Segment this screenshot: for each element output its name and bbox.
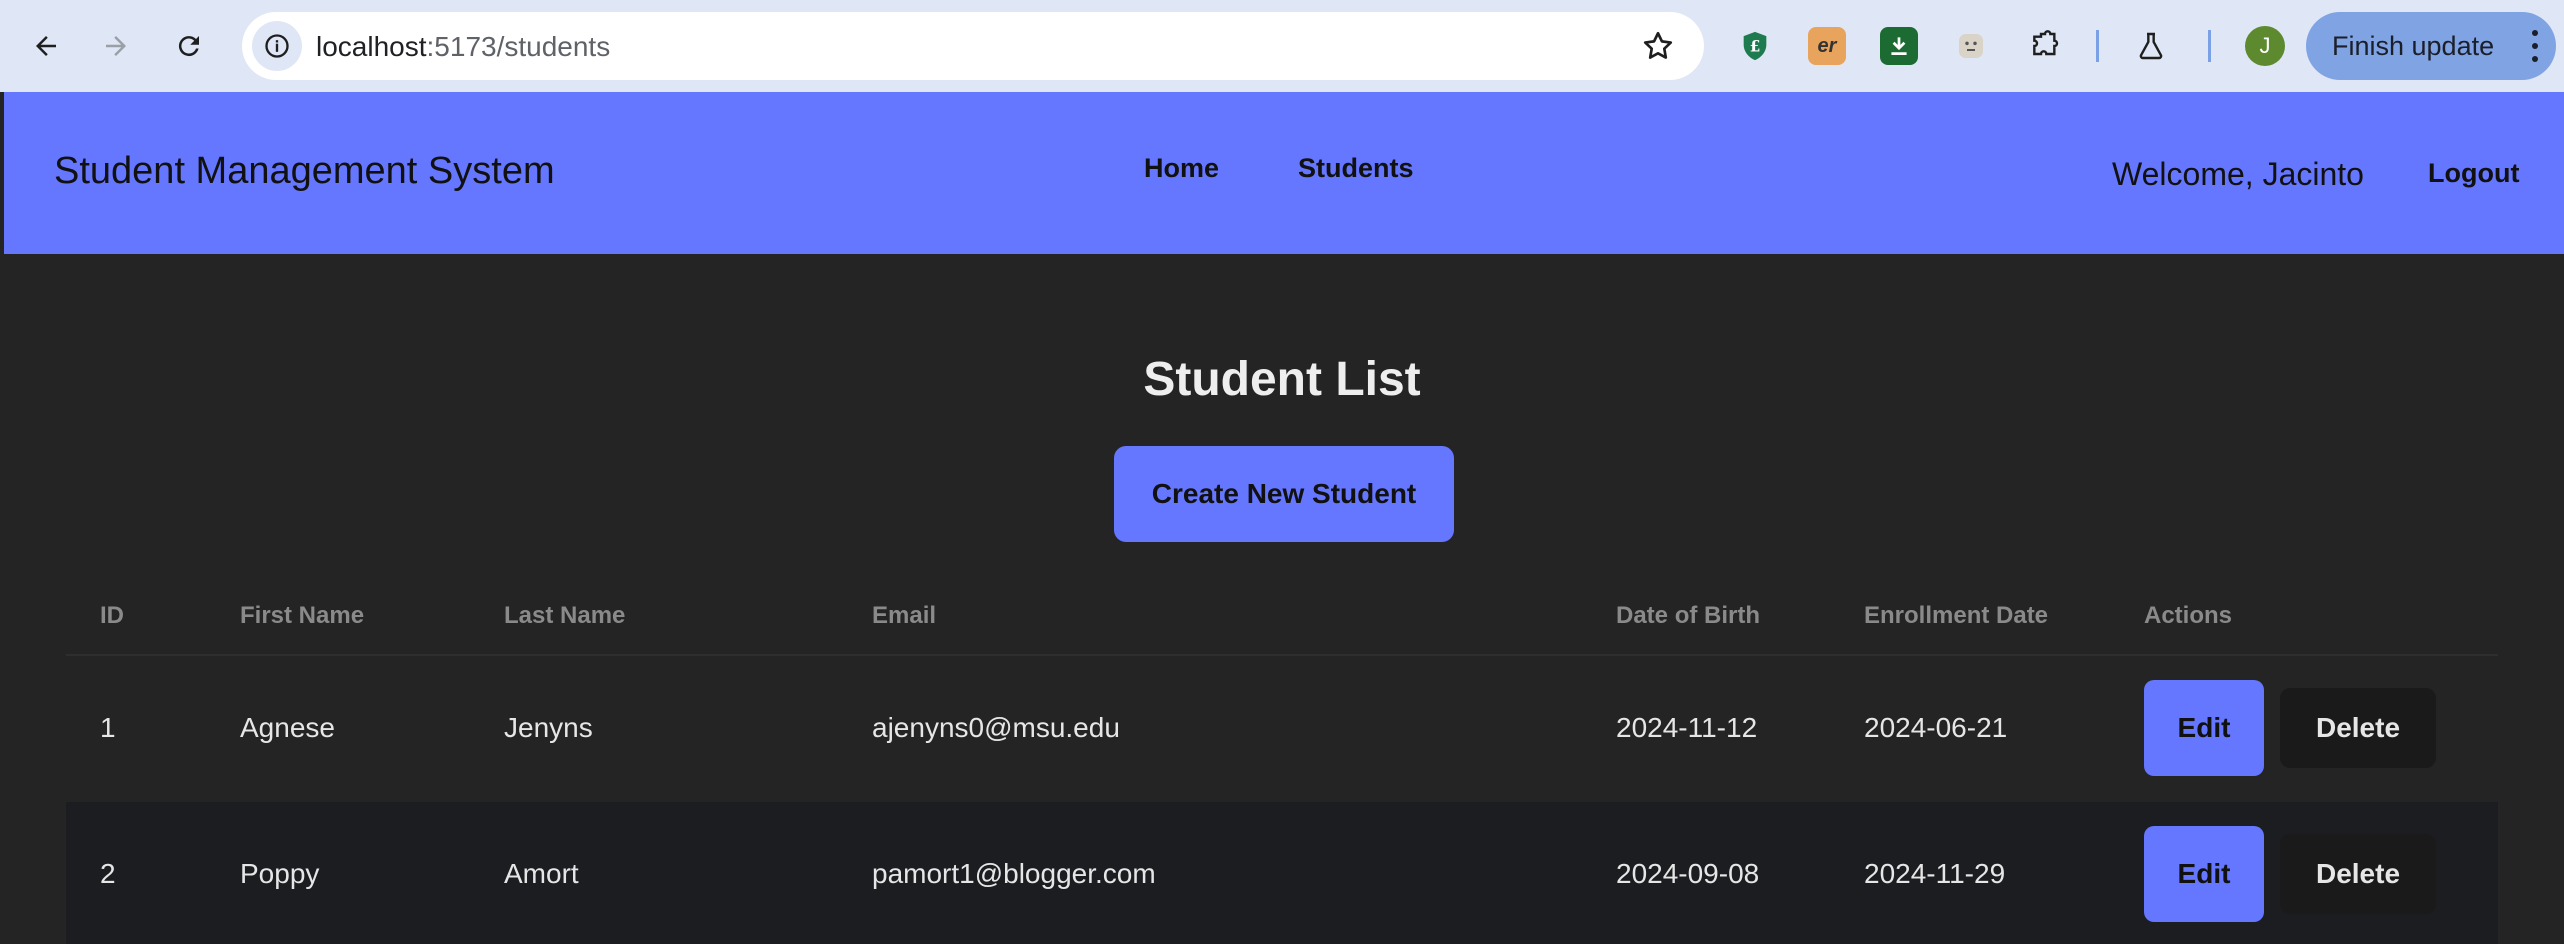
table-header: ID First Name Last Name Email Date of Bi…: [66, 584, 2498, 656]
cell-last-name: Jenyns: [504, 712, 593, 743]
site-info-button[interactable]: [252, 21, 302, 71]
nav-home-link[interactable]: Home: [1116, 120, 1247, 216]
url-host: localhost: [316, 31, 427, 62]
cell-id: 1: [100, 712, 116, 743]
students-table: ID First Name Last Name Email Date of Bi…: [66, 584, 2498, 944]
welcome-text: Welcome, Jacinto: [2112, 156, 2364, 192]
back-arrow-icon: [36, 36, 56, 56]
cell-enrollment: 2024-11-29: [1864, 858, 2006, 889]
column-header-actions: Actions: [2144, 602, 2233, 629]
svg-text:£: £: [1750, 37, 1761, 56]
browser-toolbar: localhost:5173/students £ er J Finish up…: [0, 0, 2564, 92]
reload-icon: [178, 36, 199, 57]
profile-avatar[interactable]: J: [2245, 26, 2285, 66]
flask-icon[interactable]: [2132, 27, 2170, 65]
delete-button[interactable]: Delete: [2280, 834, 2436, 914]
cell-last-name: Amort: [504, 858, 579, 889]
toolbar-separator: [2096, 30, 2099, 62]
cell-first-name: Poppy: [240, 858, 320, 889]
nav-students-link[interactable]: Students: [1270, 120, 1442, 216]
page-title: Student List: [1143, 353, 1421, 406]
column-header-dob: Date of Birth: [1616, 602, 1760, 629]
finish-update-button[interactable]: Finish update: [2306, 12, 2556, 80]
cell-email: pamort1@blogger.com: [872, 858, 1156, 889]
er-extension-icon[interactable]: er: [1808, 27, 1846, 65]
puzzle-icon[interactable]: [2026, 27, 2064, 65]
cell-first-name: Agnese: [240, 712, 335, 743]
column-header-enrollment: Enrollment Date: [1864, 602, 2049, 629]
app-title: Student Management System: [54, 150, 555, 192]
create-new-student-button[interactable]: Create New Student: [1114, 446, 1454, 542]
back-button[interactable]: [22, 22, 70, 70]
cell-id: 2: [100, 858, 116, 889]
edit-button[interactable]: Edit: [2144, 826, 2264, 922]
cell-email: ajenyns0@msu.edu: [872, 712, 1120, 743]
lastpass-icon[interactable]: £: [1736, 27, 1774, 65]
address-bar[interactable]: localhost:5173/students: [242, 12, 1704, 80]
cell-dob: 2024-09-08: [1616, 858, 1760, 889]
url-text[interactable]: localhost:5173/students: [316, 31, 610, 63]
delete-button[interactable]: Delete: [2280, 688, 2436, 768]
reload-button[interactable]: [165, 22, 213, 70]
column-header-first-name: First Name: [240, 602, 365, 629]
info-icon: [265, 34, 289, 58]
forward-arrow-icon: [106, 36, 126, 56]
forward-button[interactable]: [92, 22, 140, 70]
cell-enrollment: 2024-06-21: [1864, 712, 2008, 743]
table-row: 2 Poppy Amort pamort1@blogger.com 2024-0…: [66, 802, 2498, 944]
more-vert-icon: [2532, 30, 2538, 62]
column-header-id: ID: [100, 602, 124, 629]
edit-button[interactable]: Edit: [2144, 680, 2264, 776]
finish-update-label: Finish update: [2332, 30, 2495, 61]
face-extension-icon[interactable]: [1952, 27, 1990, 65]
table-row: 1 Agnese Jenyns ajenyns0@msu.edu 2024-11…: [66, 656, 2498, 802]
download-icon[interactable]: [1880, 27, 1918, 65]
cell-dob: 2024-11-12: [1616, 712, 1758, 743]
toolbar-separator: [2208, 30, 2211, 62]
url-path: :5173/students: [426, 31, 611, 62]
column-header-email: Email: [872, 602, 937, 629]
app-header: Student Management System Home Students …: [4, 92, 2564, 254]
logout-link[interactable]: Logout: [2428, 158, 2519, 189]
bookmark-star-icon[interactable]: [1640, 28, 1676, 64]
column-header-last-name: Last Name: [504, 602, 626, 629]
